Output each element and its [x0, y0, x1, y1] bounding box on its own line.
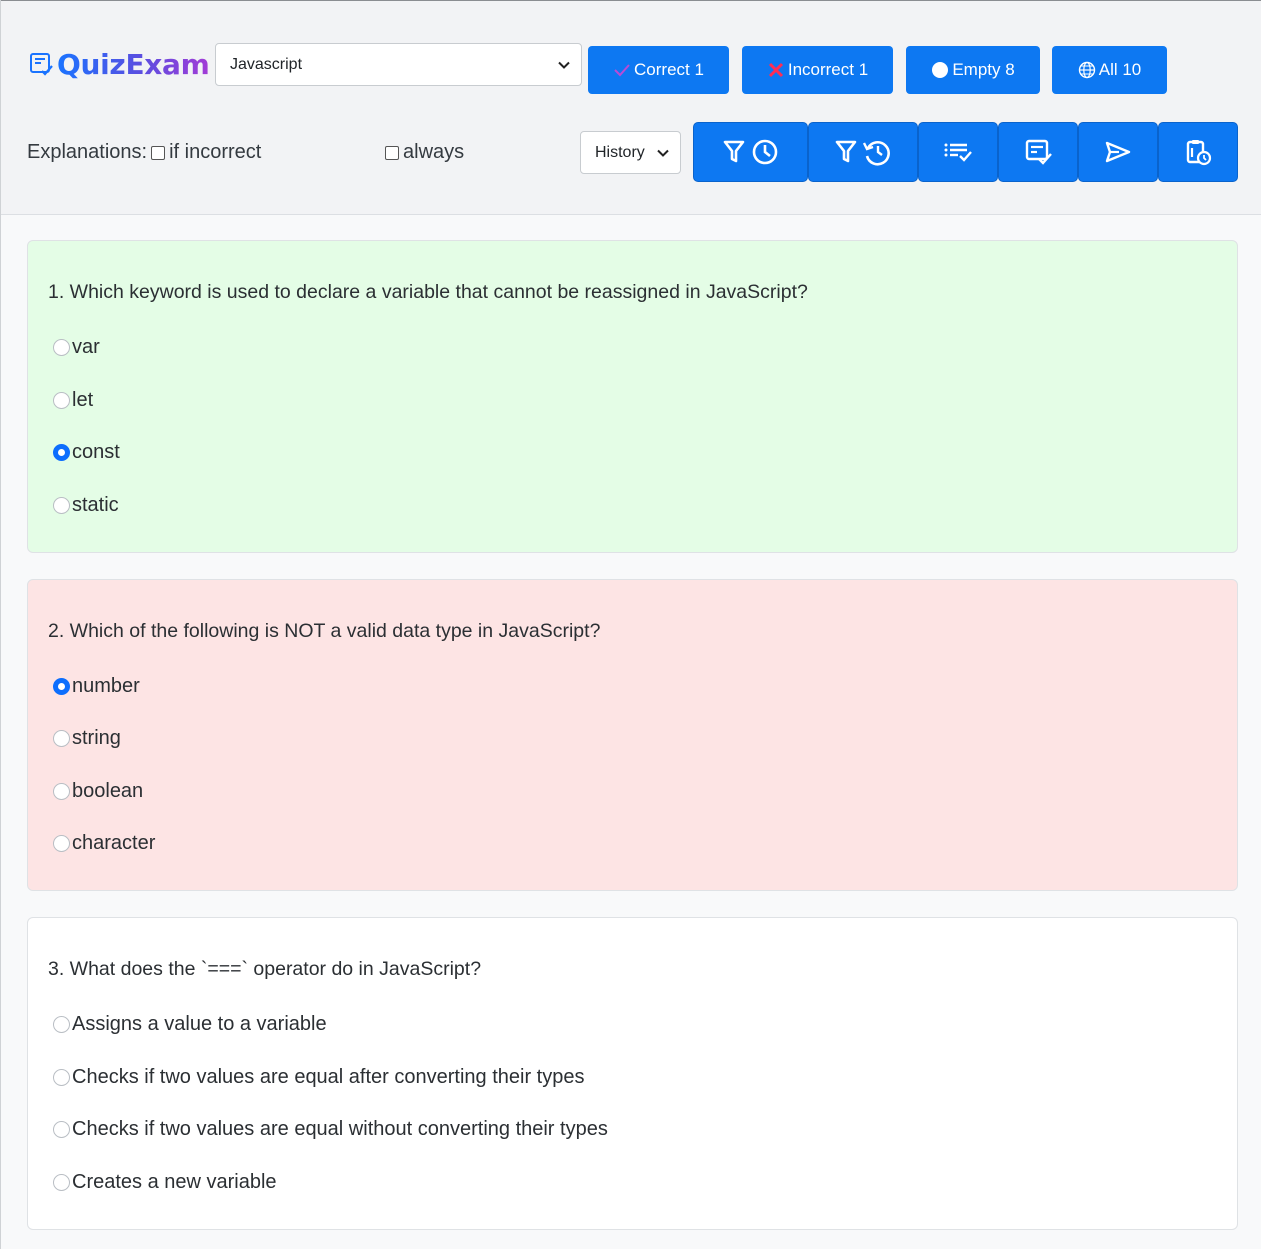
filter-clock-icon — [723, 139, 777, 165]
correct-filter-button[interactable]: Correct 1 — [588, 46, 729, 94]
filter-recent-button[interactable] — [693, 122, 808, 182]
if-incorrect-checkbox[interactable] — [151, 145, 166, 160]
all-filter-button[interactable]: All 10 — [1052, 46, 1167, 94]
chevron-down-icon — [657, 149, 669, 157]
answer-option[interactable]: boolean — [53, 780, 143, 803]
explanations-group: Explanations: if incorrect — [27, 141, 261, 164]
subject-select[interactable]: Javascript — [215, 43, 582, 86]
answer-radio[interactable] — [53, 730, 70, 747]
circle-icon — [931, 61, 949, 79]
always-group: always — [381, 141, 464, 164]
answer-radio[interactable] — [53, 835, 70, 852]
always-label: always — [403, 141, 465, 163]
answer-radio[interactable] — [53, 497, 70, 514]
answer-option[interactable]: Checks if two values are equal after con… — [53, 1066, 584, 1089]
answer-label: Checks if two values are equal without c… — [72, 1118, 608, 1140]
answer-option[interactable]: var — [53, 336, 100, 359]
answer-radio[interactable] — [53, 392, 70, 409]
answer-label: const — [72, 441, 120, 463]
answer-label: let — [72, 389, 94, 411]
question-card: 3. What does the `===` operator do in Ja… — [27, 917, 1238, 1230]
answer-label: string — [72, 727, 121, 749]
answer-label: static — [72, 494, 119, 516]
cross-icon — [767, 61, 785, 79]
answer-radio[interactable] — [53, 339, 70, 356]
answer-option[interactable]: const — [53, 441, 120, 464]
answer-radio-selected[interactable] — [53, 678, 70, 695]
empty-filter-button[interactable]: Empty 8 — [906, 46, 1040, 94]
correct-count: Correct 1 — [634, 60, 704, 79]
app-logo: QuizExam — [29, 47, 210, 83]
if-incorrect-label: if incorrect — [169, 141, 262, 163]
answer-label: Checks if two values are equal after con… — [72, 1066, 585, 1088]
answer-radio-selected[interactable] — [53, 444, 70, 461]
answer-radio[interactable] — [53, 1016, 70, 1033]
explanations-label: Explanations: — [27, 141, 148, 163]
question-card: 1. Which keyword is used to declare a va… — [27, 240, 1238, 553]
subject-select-value: Javascript — [230, 55, 303, 73]
empty-count: Empty 8 — [952, 60, 1015, 79]
answer-option[interactable]: character — [53, 832, 155, 855]
list-check-button[interactable] — [918, 122, 998, 182]
filter-history-icon — [835, 140, 890, 166]
question-text: 1. Which keyword is used to declare a va… — [48, 281, 808, 303]
globe-icon — [1078, 61, 1096, 79]
answer-radio[interactable] — [53, 1121, 70, 1138]
submit-button[interactable] — [1078, 122, 1158, 182]
answer-option[interactable]: static — [53, 494, 119, 517]
answer-option[interactable]: string — [53, 727, 121, 750]
answer-radio[interactable] — [53, 1069, 70, 1086]
answer-label: var — [72, 336, 100, 358]
list-check-icon — [944, 143, 972, 162]
clipboard-history-button[interactable] — [1158, 122, 1238, 182]
answer-option[interactable]: Checks if two values are equal without c… — [53, 1118, 608, 1141]
question-text: 3. What does the `===` operator do in Ja… — [48, 958, 482, 980]
answer-label: number — [72, 675, 140, 697]
answer-option[interactable]: let — [53, 389, 93, 412]
history-select[interactable]: History — [580, 131, 681, 174]
incorrect-count: Incorrect 1 — [787, 60, 869, 79]
quiz-logo-icon — [30, 53, 53, 76]
answer-radio[interactable] — [53, 1174, 70, 1191]
answer-option[interactable]: Creates a new variable — [53, 1171, 277, 1194]
answer-radio[interactable] — [53, 783, 70, 800]
top-toolbar: QuizExam Javascript Correct 1 Incorrect … — [1, 0, 1261, 215]
form-check-button[interactable] — [998, 122, 1078, 182]
answer-label: boolean — [72, 780, 144, 802]
answer-label: Assigns a value to a variable — [72, 1013, 327, 1035]
always-checkbox[interactable] — [385, 145, 399, 160]
question-card: 2. Which of the following is NOT a valid… — [27, 579, 1238, 891]
check-icon — [613, 63, 631, 77]
all-count: All 10 — [1098, 60, 1142, 79]
form-check-icon — [1025, 139, 1052, 165]
history-select-value: History — [595, 143, 645, 161]
question-text: 2. Which of the following is NOT a valid… — [48, 620, 601, 642]
answer-option[interactable]: Assigns a value to a variable — [53, 1013, 327, 1036]
app-title: QuizExam — [57, 48, 210, 81]
answer-label: character — [72, 832, 156, 854]
filter-history-button[interactable] — [808, 122, 918, 182]
chevron-down-icon — [558, 61, 570, 69]
answer-option[interactable]: number — [53, 675, 140, 698]
answer-label: Creates a new variable — [72, 1171, 277, 1193]
clipboard-clock-icon — [1186, 140, 1212, 166]
incorrect-filter-button[interactable]: Incorrect 1 — [742, 46, 893, 94]
send-icon — [1105, 141, 1131, 163]
